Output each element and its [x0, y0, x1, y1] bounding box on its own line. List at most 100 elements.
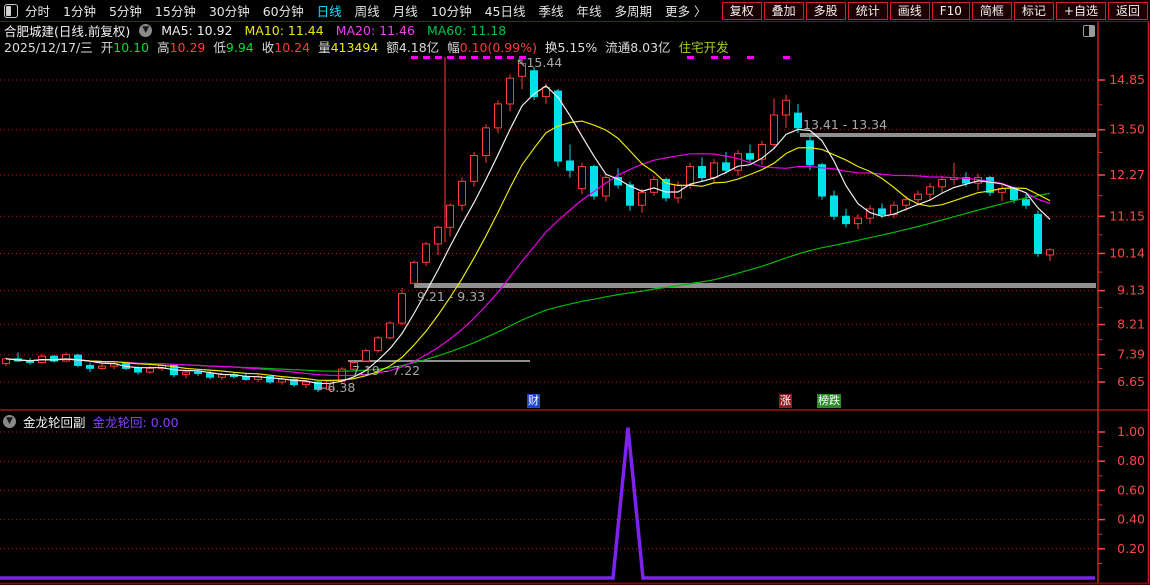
window-split-icon[interactable]: [4, 3, 18, 18]
quote-field-收: 收10.24: [261, 40, 311, 55]
toolbar-button-F10[interactable]: F10: [931, 1, 970, 20]
candle-body: [398, 293, 406, 324]
candle-body: [302, 381, 310, 386]
candle-body: [386, 322, 394, 339]
price-axis-label: 11.15: [1109, 208, 1145, 223]
quote-field-换: 换5.15%: [544, 40, 598, 55]
period-tab-45日线[interactable]: 45日线: [485, 1, 526, 20]
event-tag-涨[interactable]: 涨: [779, 394, 792, 408]
candle-body: [782, 99, 790, 116]
toolbar-button-返回[interactable]: 返回: [1107, 1, 1148, 20]
candle-body: [830, 195, 838, 217]
toolbar-button-画线[interactable]: 画线: [889, 1, 930, 20]
main-chart[interactable]: 14.85 13.50 12.27 11.15 10.14 9.13 8.21 7.39 6.6…: [0, 0, 1150, 585]
candle-body: [854, 217, 862, 225]
toolbar-button-统计[interactable]: 统计: [847, 1, 888, 20]
quote-field-额: 额4.18亿: [386, 40, 440, 55]
signal-dash: [723, 56, 730, 59]
candle-body: [194, 371, 202, 375]
candle-body: [98, 365, 106, 369]
price-axis-label: 12.27: [1109, 167, 1145, 182]
quote-bar: 2025/12/17/三 开10.10 高10.29 低9.94 收10.24 量413…: [4, 37, 729, 56]
toolbar-button-+自选[interactable]: +自选: [1055, 1, 1106, 20]
signal-dash: [483, 56, 490, 59]
candle-body: [434, 226, 442, 245]
price-axis-label: 8.21: [1117, 317, 1145, 332]
candle-body: [626, 184, 634, 206]
price-axis-label: 13.50: [1109, 122, 1145, 137]
toolbar-button-标记[interactable]: 标记: [1013, 1, 1054, 20]
event-tag-财[interactable]: 财: [527, 394, 540, 408]
ma-label: MA20: 11.46: [335, 23, 415, 38]
chart-annotation: 9.21 - 9.33: [417, 289, 485, 304]
candle-body: [722, 162, 730, 171]
toolbar-button-简框[interactable]: 简框: [971, 1, 1012, 20]
chevron-down-icon[interactable]: ▼: [3, 415, 16, 428]
candle-body: [470, 155, 478, 182]
period-tab-30分钟[interactable]: 30分钟: [209, 1, 250, 20]
gap-band: [348, 360, 530, 362]
quote-date: 2025/12/17/三: [4, 40, 93, 55]
quote-field-量: 量413494: [318, 40, 379, 55]
period-tab-分时[interactable]: 分时: [25, 1, 50, 20]
candle-body: [770, 114, 778, 145]
candle-body: [602, 177, 610, 197]
period-tab-5分钟[interactable]: 5分钟: [109, 1, 142, 20]
gap-band: [800, 133, 1096, 137]
period-tab-更多 〉[interactable]: 更多 〉: [665, 1, 706, 20]
period-tab-多周期[interactable]: 多周期: [615, 1, 653, 20]
candle-body: [278, 378, 286, 383]
candle-body: [206, 373, 214, 378]
quote-fields: 开10.10 高10.29 低9.94 收10.24 量413494 额4.18亿 幅0.1…: [101, 37, 671, 56]
price-axis-label: 10.14: [1109, 245, 1145, 260]
industry-tag[interactable]: 住宅开发: [679, 37, 729, 56]
candle-body: [578, 166, 586, 190]
candle-body: [710, 162, 718, 179]
period-tab-日线[interactable]: 日线: [317, 1, 342, 20]
period-tab-10分钟[interactable]: 10分钟: [431, 1, 472, 20]
candle-body: [758, 143, 766, 160]
period-tab-季线[interactable]: 季线: [539, 1, 564, 20]
candle-body: [662, 178, 670, 199]
period-tab-周线[interactable]: 周线: [355, 1, 380, 20]
quote-field-流通: 流通8.03亿: [605, 40, 671, 55]
signal-dash: [447, 56, 454, 59]
sub-indicator-line: [0, 427, 1095, 580]
signal-dash: [471, 56, 478, 59]
chart-annotation: ↖15.44: [516, 55, 562, 70]
period-tab-15分钟[interactable]: 15分钟: [155, 1, 196, 20]
signal-dash: [495, 56, 502, 59]
candle-body: [134, 367, 142, 373]
period-tabs: 分时 1分钟 5分钟 15分钟 30分钟 60分钟 日线 周线 月线 10分钟 45日线 季线 年线 多周…: [25, 1, 707, 20]
period-tab-月线[interactable]: 月线: [393, 1, 418, 20]
toolbar-button-多股[interactable]: 多股: [805, 1, 846, 20]
signal-dash: [459, 56, 466, 59]
ma-label: MA10: 11.44: [244, 23, 324, 38]
ma-label: MA5: 10.92: [161, 23, 233, 38]
info-bar: 合肥城建(日线.前复权) ▼ MA5: 10.92 MA10: 11.44 MA20…: [4, 23, 506, 39]
candle-body: [1010, 188, 1018, 201]
candle-body: [410, 261, 418, 284]
ma-values: MA5: 10.92 MA10: 11.44 MA20: 11.46 MA60: 11…: [161, 23, 506, 38]
candle-body: [638, 191, 646, 206]
candle-body: [446, 204, 454, 228]
candle-body: [806, 140, 814, 166]
chevron-down-icon[interactable]: ▼: [139, 24, 153, 37]
quote-field-幅: 幅0.10(0.99%): [447, 40, 537, 55]
sub-axis-label: 0.80: [1117, 453, 1145, 468]
signal-dash: [423, 56, 430, 59]
panel-maximize-icon[interactable]: [1083, 25, 1095, 37]
candle-body: [482, 127, 490, 157]
candle-body: [86, 364, 94, 369]
candle-body: [938, 178, 946, 188]
period-tab-年线[interactable]: 年线: [577, 1, 602, 20]
event-tag-榜跌[interactable]: 榜跌: [817, 394, 841, 408]
gap-band: [414, 283, 1096, 288]
period-tab-60分钟[interactable]: 60分钟: [263, 1, 304, 20]
period-tab-1分钟[interactable]: 1分钟: [63, 1, 96, 20]
toolbar-button-复权[interactable]: 复权: [721, 1, 762, 20]
toolbar-button-叠加[interactable]: 叠加: [763, 1, 804, 20]
quote-field-开: 开10.10: [100, 40, 150, 55]
price-axis-label: 9.13: [1117, 283, 1145, 298]
candle-body: [374, 337, 382, 352]
